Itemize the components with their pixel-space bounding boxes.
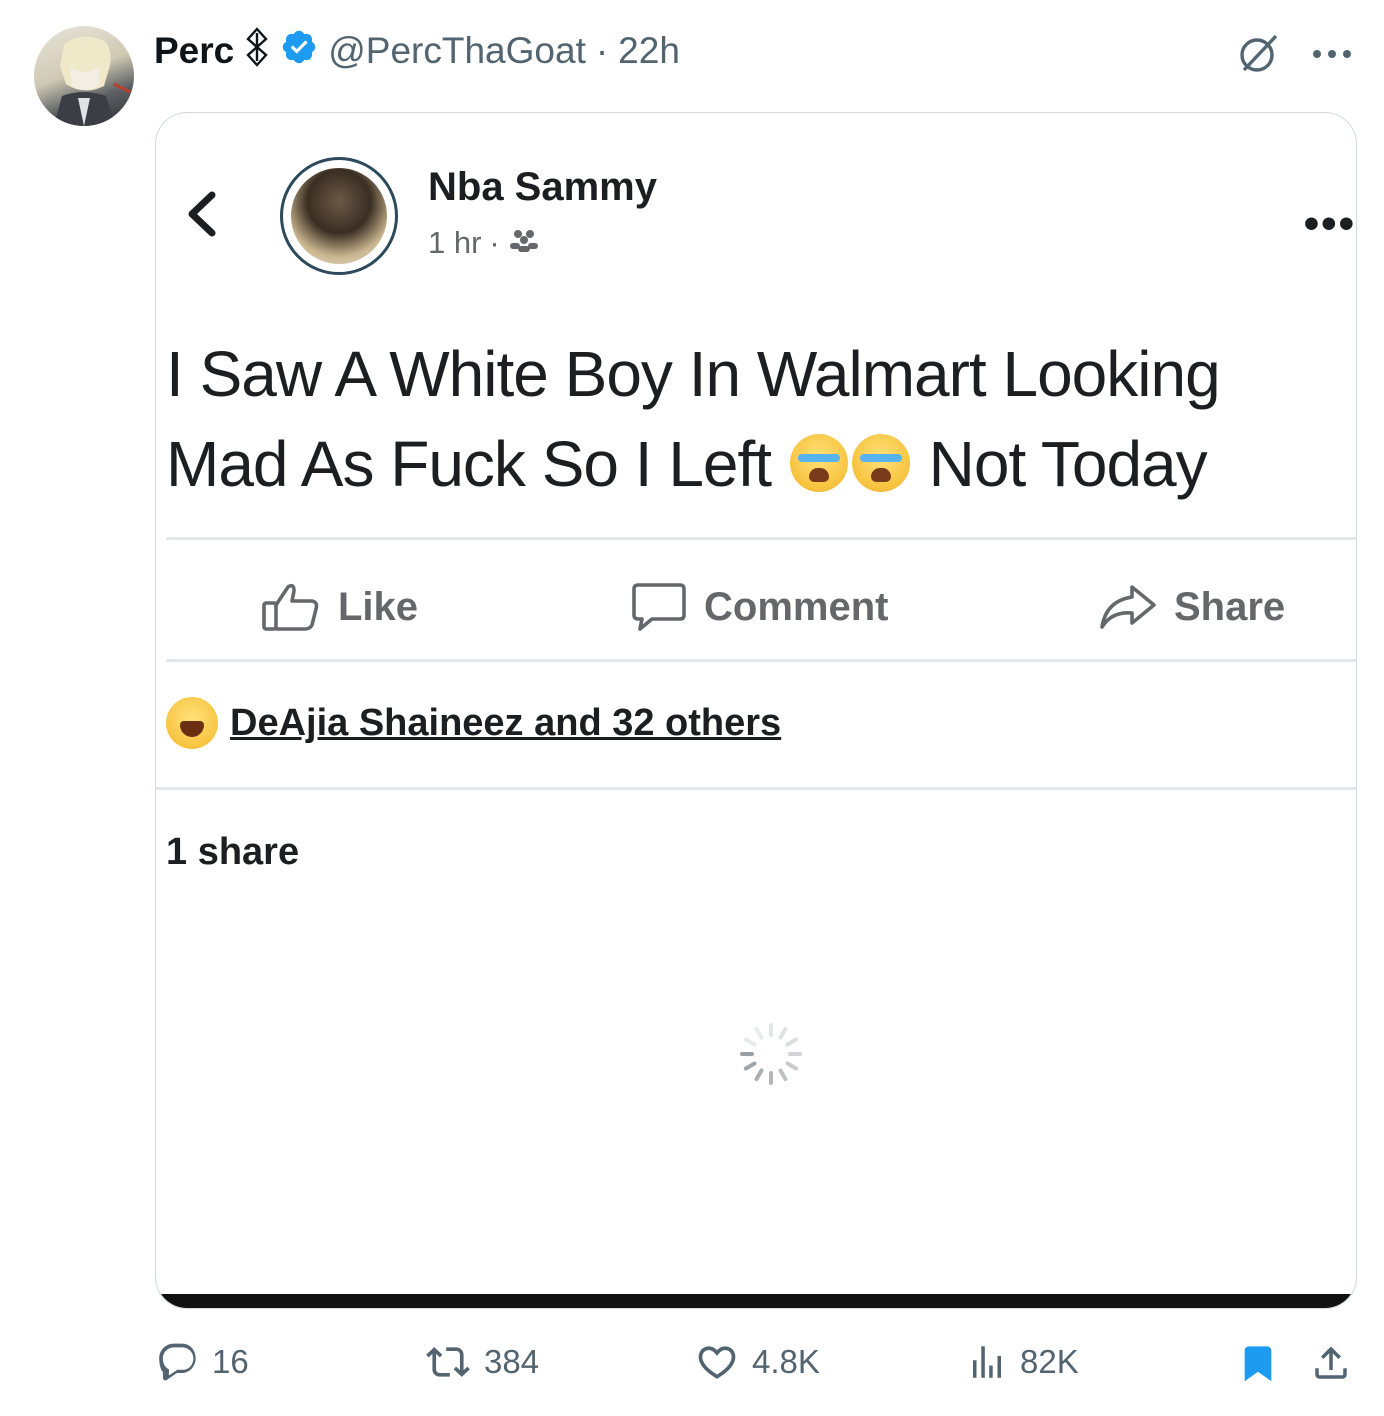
divider: [156, 787, 1356, 790]
fb-shares-count: 1 share: [166, 831, 300, 873]
repost-count: 384: [484, 1343, 540, 1380]
fb-post-time: 1 hr: [428, 225, 482, 260]
media-bottom-edge: [156, 1294, 1356, 1308]
media-card[interactable]: Nba Sammy 1 hr · ••• I Saw A White Boy I…: [155, 112, 1357, 1309]
repost-icon: [426, 1347, 470, 1377]
grok-icon[interactable]: [1236, 30, 1282, 81]
fb-avatar-photo: [291, 168, 387, 264]
fb-post-text: I Saw A White Boy In Walmart Looking Mad…: [166, 329, 1356, 509]
fb-action-row: Like Comment Share: [156, 553, 1356, 653]
fb-more-icon: •••: [1303, 199, 1356, 248]
fb-reactions-text: DeAjia Shaineez and 32 others: [230, 701, 782, 744]
fb-like-label: Like: [338, 584, 419, 629]
fb-reactions: DeAjia Shaineez and 32 others: [166, 697, 781, 749]
fb-post-meta: 1 hr ·: [428, 225, 540, 261]
fb-meta-dot: ·: [489, 225, 500, 260]
comment-bubble-icon: [632, 583, 686, 631]
reply-icon: [159, 1343, 196, 1381]
ellipsis-icon[interactable]: [1312, 47, 1352, 65]
views-button[interactable]: 82K: [966, 1340, 1079, 1384]
loading-spinner-icon: [736, 1019, 806, 1094]
fb-post-line-1: I Saw A White Boy In Walmart Looking: [166, 338, 1221, 410]
back-chevron-icon: [184, 191, 220, 242]
separator: ·: [595, 30, 609, 71]
fb-author-name: Nba Sammy: [428, 165, 657, 209]
tweet-header: Perc @PercThaGoat · 22h: [154, 26, 680, 76]
heart-icon: [698, 1346, 736, 1379]
verified-badge-icon: [280, 28, 318, 75]
fb-comment-action: Comment: [630, 581, 888, 633]
fb-post-line-2: Mad As Fuck So I Left Not Today: [166, 419, 1356, 509]
fb-comment-label: Comment: [704, 584, 889, 629]
fb-share-label: Share: [1174, 584, 1286, 629]
haha-reaction-icon: [166, 697, 218, 749]
loudly-crying-emoji-icon: [789, 434, 848, 492]
loudly-crying-emoji-icon: [851, 434, 910, 492]
analytics-icon: [973, 1346, 1001, 1378]
display-name[interactable]: Perc: [154, 30, 234, 72]
bookmark-filled-icon: [1244, 1346, 1272, 1382]
tweet-top-actions: [1236, 30, 1352, 81]
like-button[interactable]: 4.8K: [694, 1340, 820, 1384]
share-arrow-icon: [1100, 585, 1156, 629]
handle[interactable]: @PercThaGoat: [328, 30, 586, 72]
divider: [166, 537, 1356, 540]
fb-share-action: Share: [1098, 581, 1285, 633]
fb-like-action: Like: [260, 581, 418, 633]
avatar-illustration: [54, 36, 131, 126]
bookmark-button[interactable]: [1238, 1340, 1278, 1386]
repost-button[interactable]: 384: [424, 1340, 539, 1384]
fb-post-line-2-start: Mad As Fuck So I Left: [166, 428, 772, 500]
reply-button[interactable]: 16: [156, 1340, 249, 1384]
friends-icon: [508, 225, 540, 261]
fb-author-avatar: [280, 157, 398, 275]
views-count: 82K: [1020, 1343, 1079, 1380]
like-count: 4.8K: [752, 1343, 820, 1380]
thumbs-up-icon: [262, 583, 319, 631]
author-avatar[interactable]: [34, 26, 134, 126]
share-button[interactable]: [1310, 1340, 1352, 1386]
divider: [166, 659, 1356, 662]
affiliate-badge-icon: [244, 26, 270, 76]
reply-count: 16: [212, 1343, 249, 1380]
share-upload-icon: [1315, 1346, 1347, 1379]
timestamp[interactable]: 22h: [618, 30, 680, 72]
fb-post-line-2-end: Not Today: [928, 428, 1208, 500]
engagement-bar: 16 384 4.8K 82K: [0, 1340, 1384, 1396]
